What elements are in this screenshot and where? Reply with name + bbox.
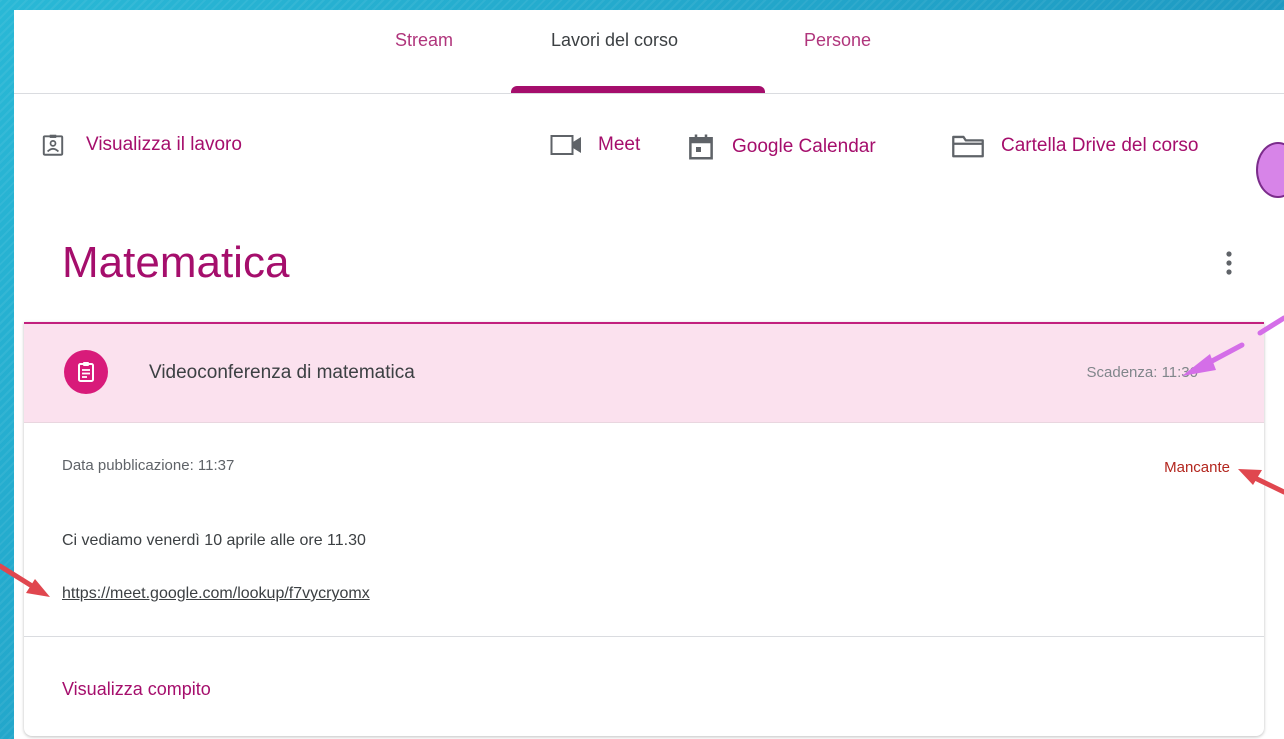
more-vert-icon[interactable]	[1217, 246, 1241, 282]
calendar-icon	[689, 134, 713, 160]
due-time: Scadenza: 11:30	[1086, 364, 1198, 381]
status-badge: Mancante	[1164, 459, 1230, 476]
folder-icon	[952, 135, 984, 158]
active-tab-indicator	[511, 86, 765, 93]
assignment-header[interactable]: Videoconferenza di matematica Scadenza: …	[24, 324, 1264, 423]
tab-classwork[interactable]: Lavori del corso	[551, 30, 678, 51]
classroom-panel: Stream Lavori del corso Persone Visualiz…	[14, 10, 1284, 739]
topic-title: Matematica	[62, 238, 290, 287]
assignment-icon	[64, 350, 108, 394]
tab-stream[interactable]: Stream	[395, 30, 453, 51]
video-camera-icon	[550, 135, 581, 155]
assignment-title: Videoconferenza di matematica	[149, 362, 415, 383]
meet-link[interactable]: https://meet.google.com/lookup/f7vycryom…	[62, 585, 370, 603]
tab-people[interactable]: Persone	[804, 30, 871, 51]
clipboard-icon	[78, 362, 94, 382]
view-work-button[interactable]: Visualizza il lavoro	[40, 132, 242, 158]
view-work-label: Visualizza il lavoro	[86, 134, 242, 155]
assignment-description: Ci vediamo venerdì 10 aprile alle ore 11…	[62, 532, 366, 549]
google-calendar-label: Google Calendar	[732, 136, 876, 157]
drive-folder-label: Cartella Drive del corso	[1001, 135, 1199, 156]
posted-date: Data pubblicazione: 11:37	[62, 457, 235, 474]
meet-label: Meet	[598, 134, 641, 155]
assignment-ind-icon	[42, 134, 64, 156]
course-tabs: Stream Lavori del corso Persone	[14, 10, 1284, 94]
meet-button[interactable]: Meet	[550, 132, 640, 158]
card-divider	[24, 636, 1264, 637]
assignment-card: Videoconferenza di matematica Scadenza: …	[24, 322, 1264, 736]
google-calendar-button[interactable]: Google Calendar	[686, 132, 876, 162]
drive-folder-button[interactable]: Cartella Drive del corso	[951, 132, 1198, 160]
view-assignment-button[interactable]: Visualizza compito	[62, 679, 211, 700]
